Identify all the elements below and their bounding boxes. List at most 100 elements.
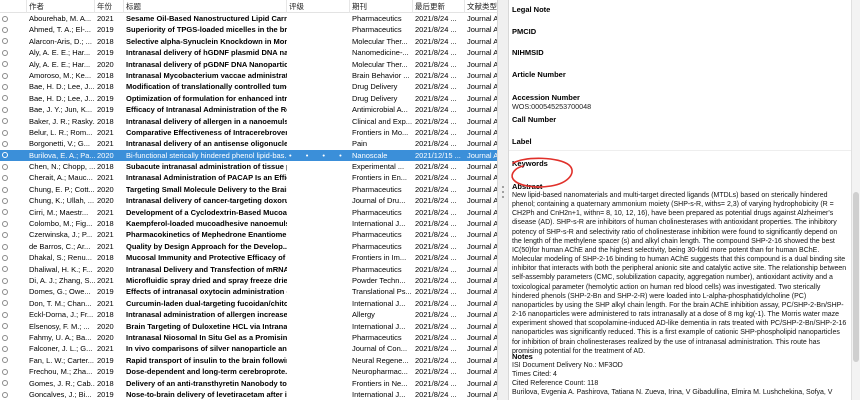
cell-author: Fan, L. W.; Carter... [29, 355, 95, 365]
read-status-dot[interactable] [2, 209, 8, 216]
cell-year: 2019 [97, 93, 114, 103]
table-row[interactable]: Alarcon-Aris, D.; ... 2018 Selective alpha… [0, 36, 497, 47]
read-status-dot[interactable] [2, 380, 8, 387]
read-status-dot[interactable] [2, 61, 8, 68]
read-status-dot[interactable] [2, 277, 8, 284]
table-row[interactable]: Baker, J. R.; Rasky... 2018 Intranasal del… [0, 116, 497, 127]
table-row[interactable]: Amoroso, M.; Ke... 2018 Intranasal Mycobac… [0, 70, 497, 81]
read-status-dot[interactable] [2, 289, 8, 296]
cell-updated: 2021/8/24 ... [415, 59, 457, 69]
field-pmcid[interactable]: PMCID [512, 27, 847, 36]
column-header-title[interactable]: 标题 [124, 0, 287, 13]
table-row[interactable]: Eckl-Dorna, J.; Fr... 2018 Intranasal admi… [0, 309, 497, 320]
reference-list: 作者 年份 标题 评级 期刊 最后更新 文献类型 Abourehab, M. A… [0, 0, 497, 400]
read-status-dot[interactable] [2, 254, 8, 261]
read-status-dot[interactable] [2, 243, 8, 250]
read-status-dot[interactable] [2, 72, 8, 79]
table-row[interactable]: Dhakal, S.; Renu... 2018 Mucosal Immunity … [0, 252, 497, 263]
details-scrollbar[interactable] [851, 0, 860, 400]
field-label-field[interactable]: Label [512, 137, 847, 146]
read-status-dot[interactable] [2, 38, 8, 45]
table-row[interactable]: Don, T. M.; Chan... 2021 Curcumin-laden du… [0, 298, 497, 309]
table-row[interactable]: Ahmed, T. A.; El-... 2019 Superiority of T… [0, 24, 497, 35]
table-row[interactable]: Belur, L. R.; Rom... 2021 Comparative Effe… [0, 127, 497, 138]
cell-type: Journal A... [467, 367, 497, 377]
read-status-dot[interactable] [2, 95, 8, 102]
read-status-dot[interactable] [2, 300, 8, 307]
table-row[interactable]: Gomes, J. R.; Cab... 2018 Delivery of an a… [0, 378, 497, 389]
table-row[interactable]: Borgonetti, V.; G... 2021 Intranasal deliv… [0, 138, 497, 149]
read-status-dot[interactable] [2, 152, 8, 159]
table-row[interactable]: Bae, H. D.; Lee, J... 2019 Optimization of… [0, 93, 497, 104]
table-row[interactable]: Chung, E. P.; Cott... 2020 Targeting Small… [0, 184, 497, 195]
read-status-dot[interactable] [2, 368, 8, 375]
table-row[interactable]: Cherait, A.; Mauc... 2021 Intranasal Admin… [0, 172, 497, 183]
read-status-dot[interactable] [2, 163, 8, 170]
table-row[interactable]: Fan, L. W.; Carter... 2019 Rapid transport… [0, 355, 497, 366]
table-row[interactable]: Di, A. J.; Zhang, S... 2021 Microfluidic s… [0, 275, 497, 286]
field-nihmsid[interactable]: NIHMSID [512, 48, 847, 57]
table-row[interactable]: Goncalves, J.; Bi... 2019 Nose-to-brain de… [0, 389, 497, 400]
table-row-selected[interactable]: Burilova, E. A.; Pa... 2020 Bi-functional … [0, 149, 497, 162]
table-row[interactable]: Colombo, M.; Fig... 2018 Kaempferol-loaded… [0, 218, 497, 229]
cell-journal: Nanoscale [352, 150, 388, 160]
field-notes[interactable]: Notes ISI Document Delivery No.: MF3OD T… [512, 352, 847, 397]
read-status-dot[interactable] [2, 266, 8, 273]
field-abstract[interactable]: Abstract New lipid-based nanomaterials a… [512, 182, 847, 356]
column-header-journal[interactable]: 期刊 [350, 0, 413, 13]
read-status-dot[interactable] [2, 129, 8, 136]
read-status-dot[interactable] [2, 118, 8, 125]
read-status-dot[interactable] [2, 346, 8, 353]
column-header-author[interactable]: 作者 [27, 0, 95, 13]
field-call-number[interactable]: Call Number [512, 115, 847, 124]
read-status-dot[interactable] [2, 106, 8, 113]
column-header-updated[interactable]: 最后更新 [413, 0, 465, 13]
read-status-dot[interactable] [2, 334, 8, 341]
read-status-dot[interactable] [2, 186, 8, 193]
table-row[interactable]: Chung, K.; Ullah, ... 2020 Intranasal deli… [0, 195, 497, 206]
read-status-dot[interactable] [2, 197, 8, 204]
table-row[interactable]: Falconer, J. L.; G... 2021 In vivo compari… [0, 343, 497, 354]
table-row[interactable]: de Barros, C.; Ar... 2021 Quality by Desig… [0, 241, 497, 252]
read-status-dot[interactable] [2, 311, 8, 318]
field-keywords[interactable]: Keywords [512, 159, 847, 168]
read-status-dot[interactable] [2, 140, 8, 147]
field-article-number[interactable]: Article Number [512, 70, 847, 79]
table-row[interactable]: Bae, J. Y.; Jun, K... 2019 Efficacy of Int… [0, 104, 497, 115]
table-row[interactable]: Fahmy, U. A.; Ba... 2020 Intranasal Niosom… [0, 332, 497, 343]
read-status-dot[interactable] [2, 15, 8, 22]
table-row[interactable]: Chen, N.; Chopp, ... 2018 Subacute intrana… [0, 161, 497, 172]
scrollbar-thumb[interactable] [853, 192, 859, 362]
read-status-dot[interactable] [2, 49, 8, 56]
read-status-dot[interactable] [2, 391, 8, 398]
table-row[interactable]: Frechou, M.; Zha... 2019 Dose-dependent an… [0, 366, 497, 377]
cell-type: Journal A... [467, 219, 497, 229]
cell-author: Bae, J. Y.; Jun, K... [29, 105, 93, 115]
read-status-dot[interactable] [2, 220, 8, 227]
table-row[interactable]: Aly, A. E. E.; Har... 2019 Intranasal deli… [0, 47, 497, 58]
table-row[interactable]: Bae, H. D.; Lee, J... 2018 Modification of… [0, 81, 497, 92]
cell-year: 2020 [97, 59, 114, 69]
read-status-dot[interactable] [2, 357, 8, 364]
column-header-type[interactable]: 文献类型 [465, 0, 497, 13]
read-status-dot[interactable] [2, 323, 8, 330]
cell-title: Intranasal Delivery and Transfection of … [126, 264, 287, 274]
column-header-rating[interactable]: 评级 [287, 0, 350, 13]
read-status-dot[interactable] [2, 27, 8, 34]
field-accession-number[interactable]: Accession Number WOS:000545253700048 [512, 93, 847, 112]
read-status-dot[interactable] [2, 175, 8, 182]
field-legal-note[interactable]: Legal Note [512, 5, 847, 14]
column-header-year[interactable]: 年份 [95, 0, 124, 13]
read-status-dot[interactable] [2, 232, 8, 239]
pane-splitter[interactable] [497, 0, 509, 400]
table-row[interactable]: Domes, G.; Owe... 2019 Effects of intranas… [0, 286, 497, 297]
table-row[interactable]: Aly, A. E. E.; Har... 2020 Intranasal deli… [0, 59, 497, 70]
table-row[interactable]: Dhaliwal, H. K.; F... 2020 Intranasal Deli… [0, 264, 497, 275]
table-row[interactable]: Cirri, M.; Maestr... 2021 Development of a… [0, 207, 497, 218]
table-row[interactable]: Czerwinska, J.; P... 2021 Pharmacokinetics… [0, 229, 497, 240]
cell-author: Cherait, A.; Mauc... [29, 173, 93, 183]
table-row[interactable]: Abourehab, M. A... 2021 Sesame Oil-Based N… [0, 13, 497, 24]
read-status-dot[interactable] [2, 84, 8, 91]
table-row[interactable]: Elsenosy, F. M.; ... 2020 Brain Targeting … [0, 321, 497, 332]
column-header-dot[interactable] [0, 0, 27, 13]
